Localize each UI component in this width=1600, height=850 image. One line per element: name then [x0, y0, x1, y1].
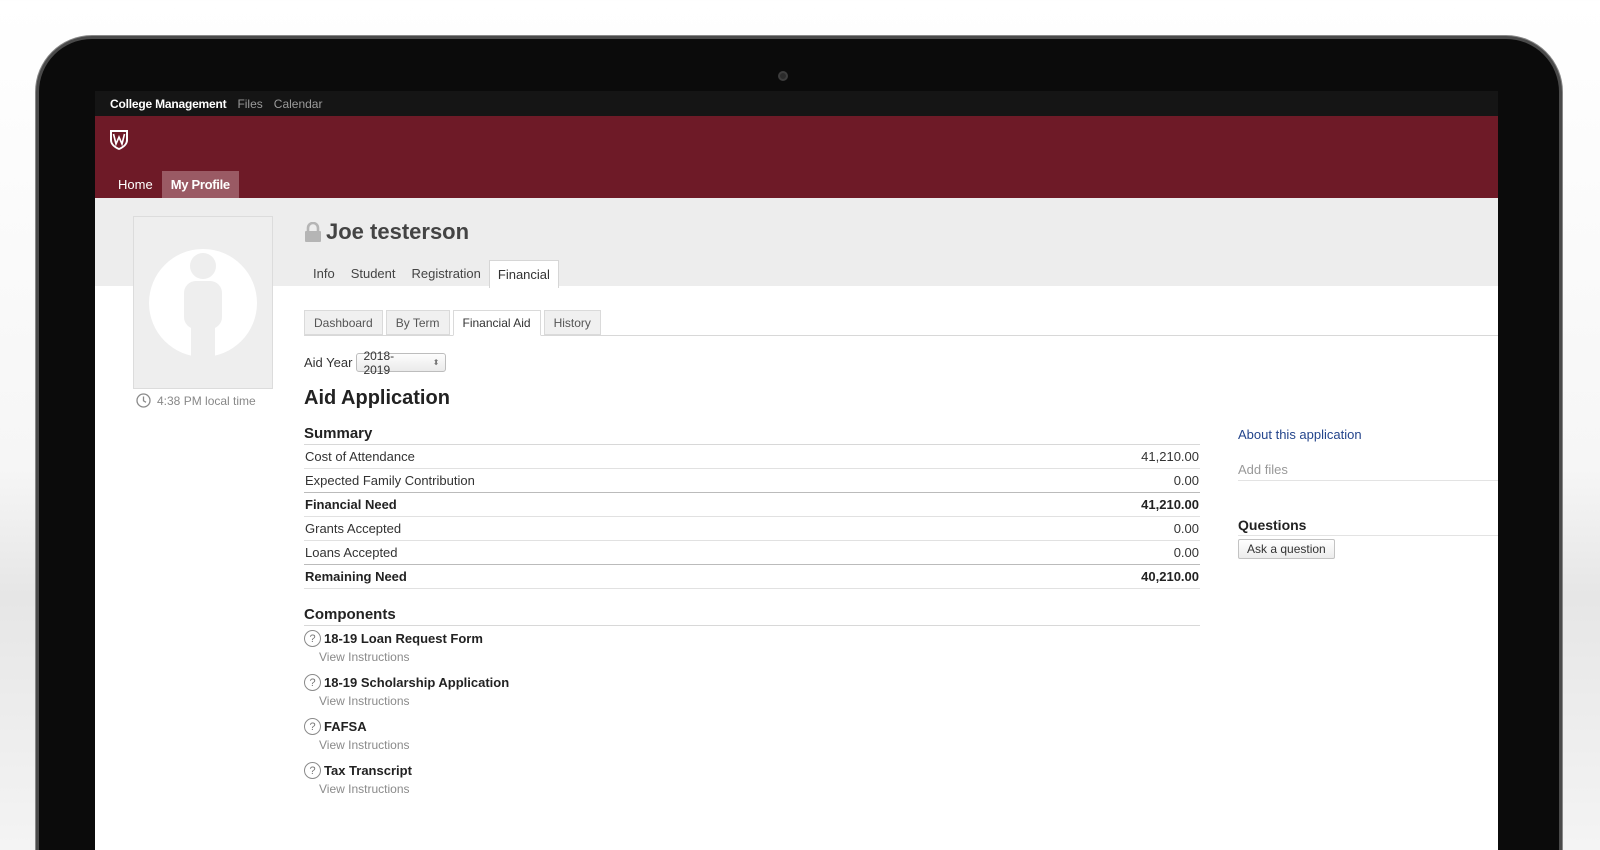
calendar-link[interactable]: Calendar	[274, 97, 323, 111]
view-instructions-link[interactable]: View Instructions	[304, 782, 1200, 796]
avatar[interactable]	[133, 216, 273, 389]
help-circle-icon[interactable]: ?	[304, 674, 321, 691]
local-time-text: 4:38 PM local time	[157, 393, 256, 408]
profile-name: Joe testerson	[326, 219, 470, 244]
summary-label: Loans Accepted	[305, 545, 398, 560]
summary-row: Grants Accepted 0.00	[304, 517, 1200, 541]
components-section: Components ? 18-19 Loan Request Form Vie…	[304, 606, 1200, 802]
summary-row: Cost of Attendance 41,210.00	[304, 445, 1200, 469]
list-item: ? Tax Transcript View Instructions	[304, 762, 1200, 802]
subtab-history[interactable]: History	[543, 310, 601, 335]
financial-subtabs: Dashboard By Term Financial Aid History	[304, 310, 1498, 336]
list-item: ? 18-19 Scholarship Application View Ins…	[304, 674, 1200, 714]
files-link[interactable]: Files	[237, 97, 262, 111]
components-heading: Components	[304, 606, 1200, 626]
summary-value: 0.00	[1173, 473, 1199, 488]
component-name: 18-19 Scholarship Application	[324, 675, 510, 690]
questions-heading: Questions	[1238, 517, 1498, 536]
summary-label: Remaining Need	[305, 569, 407, 584]
help-circle-icon[interactable]: ?	[304, 762, 321, 779]
top-bar: College Management Files Calendar	[95, 91, 1498, 116]
summary-label: Grants Accepted	[305, 521, 402, 536]
list-item: ? 18-19 Loan Request Form View Instructi…	[304, 630, 1200, 670]
aid-application-title: Aid Application	[304, 387, 450, 409]
tab-info[interactable]: Info	[304, 260, 343, 287]
component-title: ? Tax Transcript	[304, 762, 1200, 779]
aid-year-label: Aid Year	[304, 355, 353, 370]
profile-tabs: Info Student Registration Financial	[304, 260, 559, 288]
summary-value: 40,210.00	[1141, 569, 1199, 584]
app-brand-link[interactable]: College Management	[110, 97, 227, 111]
aid-year-select[interactable]: 2018-2019 ⬍	[356, 349, 447, 377]
summary-value: 41,210.00	[1141, 449, 1199, 464]
component-title: ? 18-19 Scholarship Application	[304, 674, 1200, 691]
view-instructions-link[interactable]: View Instructions	[304, 650, 1200, 664]
subtab-financial-aid[interactable]: Financial Aid	[452, 310, 541, 336]
component-name: FAFSA	[324, 719, 367, 734]
aid-year-control: Aid Year 2018-2019 ⬍	[304, 349, 447, 377]
default-avatar-icon	[149, 249, 257, 361]
summary-label: Cost of Attendance	[305, 449, 415, 464]
updown-caret-icon: ⬍	[432, 358, 440, 367]
summary-value: 0.00	[1173, 521, 1199, 536]
clock-icon	[136, 393, 151, 408]
tab-financial[interactable]: Financial	[488, 260, 559, 288]
site-header: Home My Profile	[95, 116, 1498, 198]
view-instructions-link[interactable]: View Instructions	[304, 738, 1200, 752]
tab-student[interactable]: Student	[343, 260, 404, 287]
subtab-dashboard[interactable]: Dashboard	[304, 310, 383, 335]
component-name: 18-19 Loan Request Form	[324, 631, 483, 646]
ask-question-button[interactable]: Ask a question	[1238, 539, 1335, 559]
view-instructions-link[interactable]: View Instructions	[304, 694, 1200, 708]
summary-value: 0.00	[1173, 545, 1199, 560]
local-time: 4:38 PM local time	[136, 393, 256, 408]
summary-section: Summary Cost of Attendance 41,210.00 Exp…	[304, 425, 1200, 589]
list-item: ? FAFSA View Instructions	[304, 718, 1200, 758]
help-circle-icon[interactable]: ?	[304, 630, 321, 647]
right-sidebar: About this application Add files Questio…	[1238, 427, 1498, 559]
add-files-link[interactable]: Add files	[1238, 462, 1498, 481]
summary-row: Loans Accepted 0.00	[304, 541, 1200, 565]
component-name: Tax Transcript	[324, 763, 412, 778]
component-title: ? 18-19 Loan Request Form	[304, 630, 1200, 647]
component-title: ? FAFSA	[304, 718, 1200, 735]
summary-row: Financial Need 41,210.00	[304, 493, 1200, 517]
lock-icon	[305, 222, 321, 242]
nav-home[interactable]: Home	[109, 171, 162, 198]
summary-label: Financial Need	[305, 497, 397, 512]
summary-heading: Summary	[304, 425, 1200, 445]
profile-header-band: Joe testerson Info Student Registration …	[95, 198, 1498, 389]
summary-row: Remaining Need 40,210.00	[304, 565, 1200, 589]
nav-my-profile[interactable]: My Profile	[161, 171, 239, 198]
summary-label: Expected Family Contribution	[305, 473, 475, 488]
camera-dot	[778, 71, 788, 81]
summary-row: Expected Family Contribution 0.00	[304, 469, 1200, 493]
crest-shield-icon[interactable]	[109, 129, 129, 151]
summary-value: 41,210.00	[1141, 497, 1199, 512]
tab-registration[interactable]: Registration	[404, 260, 489, 287]
subtab-by-term[interactable]: By Term	[385, 310, 450, 335]
page-title: Joe testerson	[304, 219, 469, 245]
app-screen: College Management Files Calendar Home M…	[95, 91, 1498, 850]
aid-year-value: 2018-2019	[363, 348, 395, 377]
main-nav: Home My Profile	[109, 171, 239, 198]
about-application-link[interactable]: About this application	[1238, 427, 1498, 442]
help-circle-icon[interactable]: ?	[304, 718, 321, 735]
